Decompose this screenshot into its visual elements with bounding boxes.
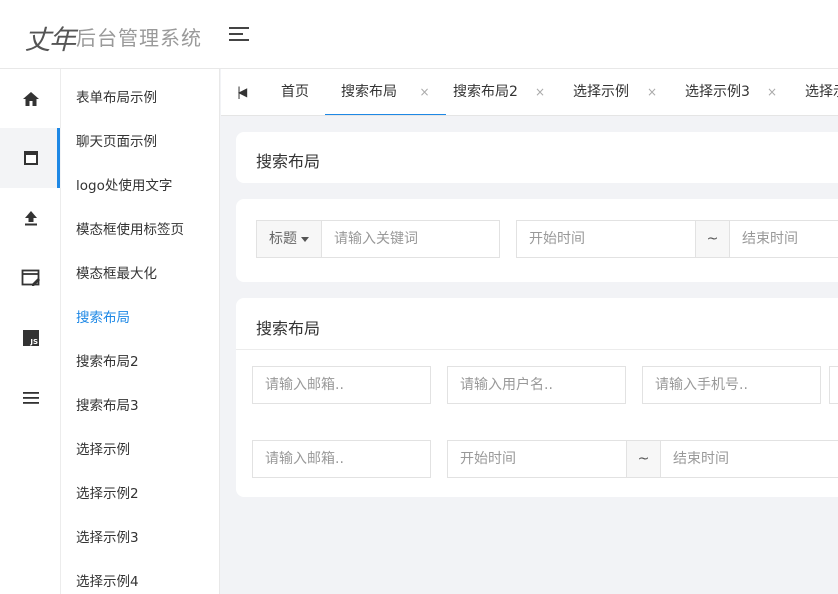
- sidebar-icon-window[interactable]: [0, 128, 61, 188]
- start-time-input-2[interactable]: 开始时间: [447, 440, 627, 478]
- tab-search-layout[interactable]: 搜索布局 ×: [325, 69, 446, 115]
- submenu-item-chat-page[interactable]: 聊天页面示例: [61, 120, 220, 164]
- submenu-item-select-example-3[interactable]: 选择示例3: [61, 516, 220, 560]
- chevron-down-icon: [301, 236, 309, 242]
- js-icon-label: JS: [29, 338, 38, 346]
- icon-sidebar: JS: [0, 69, 61, 594]
- submenu-item-modal-tabs[interactable]: 模态框使用标签页: [61, 208, 220, 252]
- close-icon[interactable]: ×: [535, 69, 545, 115]
- submenu-item-search-layout-2[interactable]: 搜索布局2: [61, 340, 220, 384]
- sidebar-icon-js[interactable]: JS: [0, 308, 61, 368]
- phone-input[interactable]: 请输入手机号..: [642, 366, 821, 404]
- close-icon[interactable]: ×: [647, 69, 657, 115]
- submenu-item-select-example-4[interactable]: 选择示例4: [61, 560, 220, 594]
- form-card: 搜索布局 请输入邮箱.. 请输入用户名.. 请输入手机号.. 请输入邮箱.. 开…: [236, 298, 838, 497]
- submenu-item-search-layout-3[interactable]: 搜索布局3: [61, 384, 220, 428]
- home-icon: [22, 92, 39, 106]
- tab-label: 搜索布局: [341, 84, 397, 100]
- submenu-item-search-layout[interactable]: 搜索布局: [61, 296, 220, 340]
- overflow-input[interactable]: [829, 366, 838, 404]
- menu-lines-icon: [22, 392, 39, 404]
- email-input-2[interactable]: 请输入邮箱..: [252, 440, 431, 478]
- sidebar-icon-menu[interactable]: [0, 368, 61, 428]
- submenu-active-indicator: [57, 128, 60, 188]
- app-title: 后台管理系统: [76, 26, 202, 50]
- tab-bar: |◀ 首页 搜索布局 × 搜索布局2 × 选择示例 × 选择示例3 × 选择示例: [221, 69, 838, 116]
- search-card: 标题 请输入关键词 开始时间 ~ 结束时间: [236, 199, 838, 282]
- edit-window-icon: [21, 269, 40, 286]
- close-icon[interactable]: ×: [419, 85, 429, 99]
- hamburger-icon[interactable]: [229, 24, 251, 44]
- sidebar-icon-home[interactable]: [0, 69, 61, 129]
- end-time-input[interactable]: 结束时间: [729, 220, 838, 258]
- tab-select-example[interactable]: 选择示例: [573, 69, 629, 115]
- skip-first-icon[interactable]: |◀: [237, 85, 247, 99]
- select-label: 标题: [269, 231, 297, 247]
- keyword-input[interactable]: 请输入关键词: [321, 220, 500, 258]
- submenu-item-form-layout[interactable]: 表单布局示例: [61, 76, 220, 120]
- start-time-input[interactable]: 开始时间: [516, 220, 696, 258]
- title-card: 搜索布局: [236, 132, 838, 183]
- sidebar-icon-upload[interactable]: [0, 188, 61, 248]
- logo-mark: 丈年: [24, 25, 76, 56]
- form-card-title: 搜索布局: [256, 319, 321, 338]
- username-input[interactable]: 请输入用户名..: [447, 366, 626, 404]
- card-divider: [236, 349, 838, 350]
- submenu-panel: 表单布局示例 聊天页面示例 logo处使用文字 模态框使用标签页 模态框最大化 …: [57, 69, 220, 594]
- card-title: 搜索布局: [256, 152, 321, 171]
- tab-select-example-overflow[interactable]: 选择示例: [805, 69, 838, 115]
- email-input[interactable]: 请输入邮箱..: [252, 366, 431, 404]
- tab-select-example-3[interactable]: 选择示例3: [685, 69, 750, 115]
- end-time-input-2[interactable]: 结束时间: [660, 440, 838, 478]
- title-select[interactable]: 标题: [256, 220, 322, 258]
- window-icon: [23, 151, 38, 165]
- top-header: 丈年 后台管理系统: [0, 0, 838, 69]
- submenu-item-logo-text[interactable]: logo处使用文字: [61, 164, 220, 208]
- tab-home[interactable]: 首页: [281, 69, 309, 115]
- js-icon: JS: [22, 330, 39, 346]
- upload-icon: [24, 211, 37, 226]
- sidebar-icon-edit-window[interactable]: [0, 248, 61, 308]
- tab-search-layout-2[interactable]: 搜索布局2: [453, 69, 518, 115]
- range-separator-2: ~: [626, 440, 661, 478]
- submenu-item-select-example-2[interactable]: 选择示例2: [61, 472, 220, 516]
- close-icon[interactable]: ×: [767, 69, 777, 115]
- range-separator: ~: [695, 220, 730, 258]
- submenu-item-select-example[interactable]: 选择示例: [61, 428, 220, 472]
- submenu-item-modal-maximize[interactable]: 模态框最大化: [61, 252, 220, 296]
